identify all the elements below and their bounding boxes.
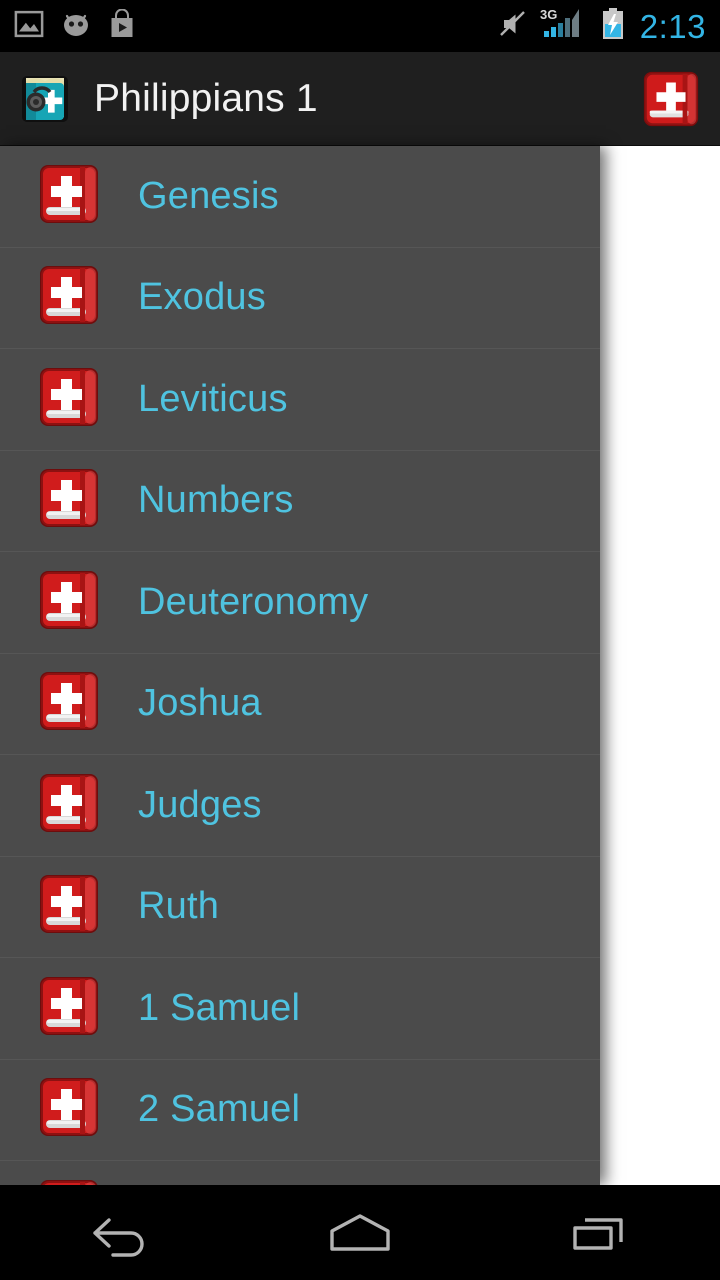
status-bar: 3G 2:13 xyxy=(0,0,720,52)
book-list-item-label: Ruth xyxy=(138,885,220,928)
red-book-icon xyxy=(36,1075,104,1144)
play-store-bag-icon xyxy=(108,8,136,44)
book-list-item[interactable]: Leviticus xyxy=(0,349,600,451)
page-title: Philippians 1 xyxy=(94,76,318,120)
battery-charging-icon xyxy=(600,7,626,46)
red-book-icon xyxy=(36,669,104,738)
android-screen: 3G 2:13 Philippians 1 Genesis Exodus Lev… xyxy=(0,0,720,1280)
book-list-item[interactable]: 2 Samuel xyxy=(0,1059,600,1161)
book-list-item-label: 1 Samuel xyxy=(138,986,301,1029)
red-book-icon xyxy=(36,1177,104,1185)
book-list-item-label: 2 Samuel xyxy=(138,1088,301,1131)
back-button[interactable] xyxy=(50,1185,190,1280)
android-head-icon xyxy=(60,10,92,43)
red-book-icon xyxy=(36,466,104,535)
book-list-item-label: Genesis xyxy=(138,174,279,217)
home-button[interactable] xyxy=(290,1185,430,1280)
book-list-item-label: Numbers xyxy=(138,479,294,522)
book-list-item[interactable]: Judges xyxy=(0,755,600,857)
navigation-drawer[interactable]: Genesis Exodus Leviticus Numbers Deutero… xyxy=(0,146,600,1185)
action-bar: Philippians 1 xyxy=(0,52,720,146)
book-list-item[interactable]: Ruth xyxy=(0,856,600,958)
red-book-icon xyxy=(36,365,104,434)
red-book-icon xyxy=(36,568,104,637)
red-book-icon xyxy=(36,162,104,231)
red-book-icon xyxy=(36,974,104,1043)
book-list-item-label: Deuteronomy xyxy=(138,580,369,623)
silent-mode-icon xyxy=(498,9,528,44)
red-book-icon[interactable] xyxy=(640,68,702,130)
signal-3g-icon: 3G xyxy=(540,7,588,46)
book-list-item[interactable]: Deuteronomy xyxy=(0,552,600,654)
status-bar-left-icons xyxy=(14,8,136,44)
red-book-icon xyxy=(36,872,104,941)
book-list-item-label: Judges xyxy=(138,783,262,826)
svg-text:3G: 3G xyxy=(540,7,557,22)
book-list[interactable]: Genesis Exodus Leviticus Numbers Deutero… xyxy=(0,146,600,1185)
app-logo-bible-headphones-icon xyxy=(14,68,76,130)
red-book-icon xyxy=(36,263,104,332)
book-list-item[interactable]: Exodus xyxy=(0,247,600,349)
book-list-item[interactable]: Numbers xyxy=(0,450,600,552)
photo-icon xyxy=(14,9,44,44)
book-list-item[interactable]: 1 Kings xyxy=(0,1161,600,1185)
status-bar-right-icons: 3G 2:13 xyxy=(498,7,706,46)
book-list-item-label: Leviticus xyxy=(138,377,288,420)
red-book-icon xyxy=(36,771,104,840)
book-list-item[interactable]: Joshua xyxy=(0,653,600,755)
status-bar-clock: 2:13 xyxy=(639,7,706,45)
recents-button[interactable] xyxy=(530,1185,670,1280)
system-navigation-bar xyxy=(0,1185,720,1280)
book-list-item-label: Exodus xyxy=(138,276,266,319)
book-list-item[interactable]: Genesis xyxy=(0,146,600,248)
book-list-item[interactable]: 1 Samuel xyxy=(0,958,600,1060)
book-list-item-label: Joshua xyxy=(138,682,262,725)
